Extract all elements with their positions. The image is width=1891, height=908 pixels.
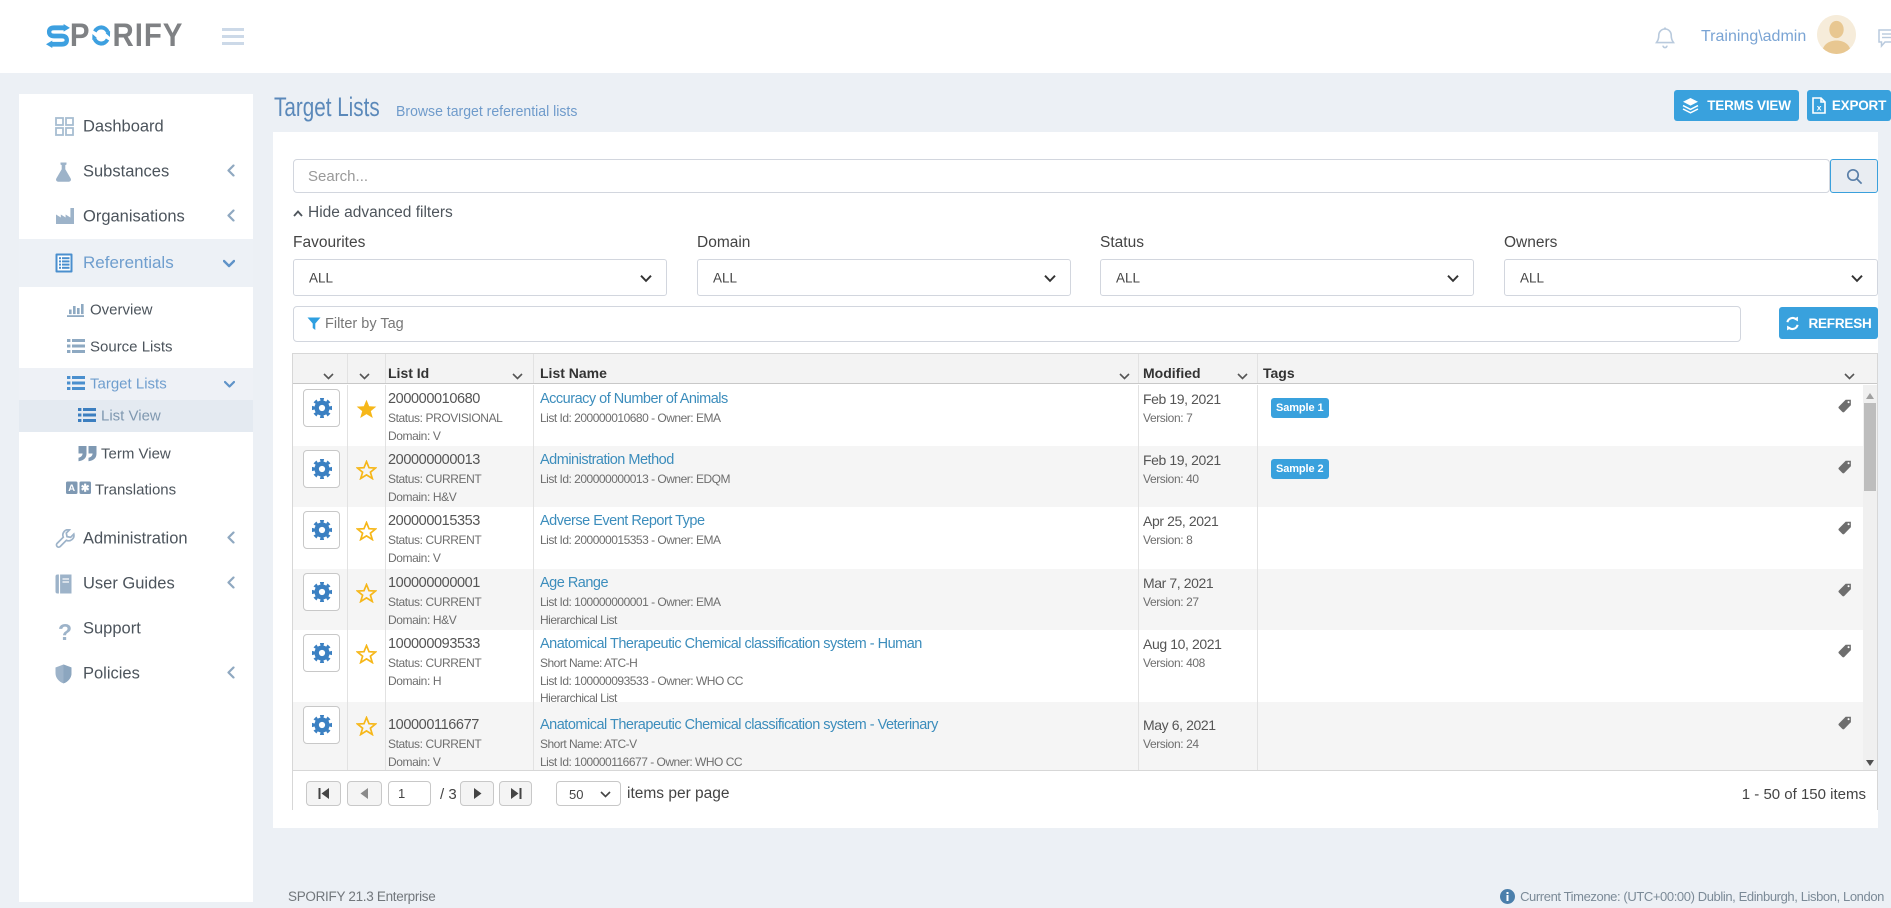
svg-text:A: A	[68, 483, 75, 494]
svg-text:✱: ✱	[81, 483, 90, 495]
svg-text:x: x	[1817, 103, 1822, 113]
